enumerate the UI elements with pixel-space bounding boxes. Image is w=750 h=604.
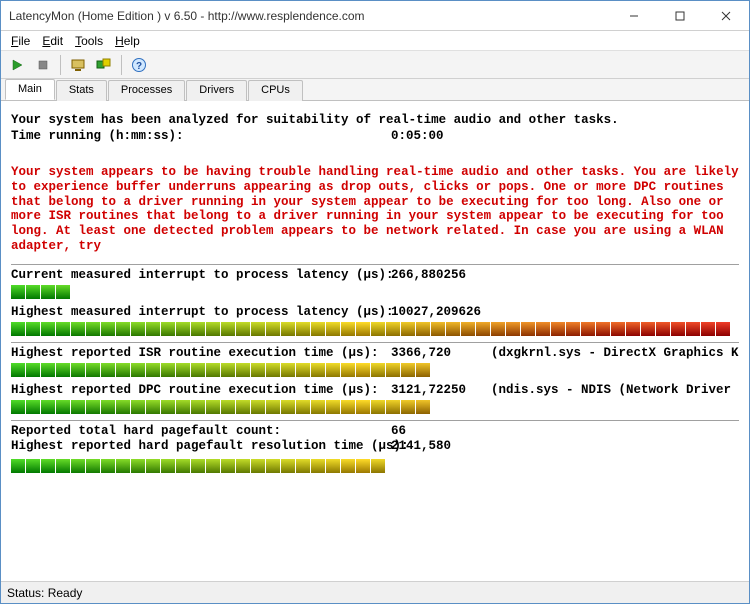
metric-detail: (dxgkrnl.sys - DirectX Graphics Kernel, … — [491, 346, 739, 360]
metric-value: 3366,720 — [391, 346, 491, 360]
time-running-value: 0:05:00 — [391, 129, 444, 143]
metric-value: 2141,580 — [391, 439, 491, 453]
modules-button[interactable] — [92, 53, 116, 77]
section-isr-dpc: Highest reported ISR routine execution t… — [11, 342, 739, 414]
warning-text: Your system appears to be having trouble… — [11, 165, 739, 254]
status-text: Status: Ready — [7, 586, 82, 600]
play-icon — [10, 58, 24, 72]
metric-value: 266,880256 — [391, 268, 491, 282]
main-content: Your system has been analyzed for suitab… — [1, 101, 749, 581]
latency-bar-current — [11, 285, 739, 299]
metric-label: Highest measured interrupt to process la… — [11, 305, 391, 319]
toolbar-separator — [121, 55, 122, 75]
tab-main[interactable]: Main — [5, 79, 55, 100]
latency-bar-dpc — [11, 400, 739, 414]
tab-cpus[interactable]: CPUs — [248, 80, 303, 101]
metric-value: 3121,72250 — [391, 383, 491, 397]
latency-bar-pagefault — [11, 459, 739, 473]
svg-text:?: ? — [136, 61, 142, 72]
metric-label: Highest reported ISR routine execution t… — [11, 346, 391, 360]
metric-label: Reported total hard pagefault count: — [11, 424, 391, 438]
section-interrupt-latency: Current measured interrupt to process la… — [11, 264, 739, 336]
maximize-button[interactable] — [657, 1, 703, 31]
window-title: LatencyMon (Home Edition ) v 6.50 - http… — [9, 9, 611, 23]
metric-current-interrupt: Current measured interrupt to process la… — [11, 268, 739, 282]
metric-label: Highest reported DPC routine execution t… — [11, 383, 391, 397]
metric-label: Current measured interrupt to process la… — [11, 268, 391, 282]
menu-tools[interactable]: Tools — [69, 32, 109, 50]
menu-edit[interactable]: Edit — [36, 32, 69, 50]
latency-bar-isr — [11, 363, 739, 377]
metric-pagefault-time: Highest reported hard pagefault resoluti… — [11, 439, 739, 453]
status-bar: Status: Ready — [1, 581, 749, 603]
minimize-button[interactable] — [611, 1, 657, 31]
stop-button[interactable] — [31, 53, 55, 77]
metric-value: 10027,209626 — [391, 305, 491, 319]
time-running-row: Time running (h:mm:ss): 0:05:00 — [11, 129, 739, 143]
computer-button[interactable] — [66, 53, 90, 77]
menu-bar: File Edit Tools Help — [1, 31, 749, 51]
metric-pagefault-count: Reported total hard pagefault count: 66 — [11, 424, 739, 438]
section-pagefault: Reported total hard pagefault count: 66 … — [11, 420, 739, 473]
analyzed-text: Your system has been analyzed for suitab… — [11, 113, 739, 127]
metric-detail: (ndis.sys - NDIS (Network Driver Interfa… — [491, 383, 739, 397]
tab-stats[interactable]: Stats — [56, 80, 107, 101]
latency-bar-highest — [11, 322, 739, 336]
close-button[interactable] — [703, 1, 749, 31]
toolbar: ? — [1, 51, 749, 79]
help-icon: ? — [131, 57, 147, 73]
metric-value: 66 — [391, 424, 491, 438]
metric-highest-interrupt: Highest measured interrupt to process la… — [11, 305, 739, 319]
computer-icon — [70, 57, 86, 73]
window-titlebar: LatencyMon (Home Edition ) v 6.50 - http… — [1, 1, 749, 31]
tab-drivers[interactable]: Drivers — [186, 80, 247, 101]
metric-dpc: Highest reported DPC routine execution t… — [11, 383, 739, 397]
play-button[interactable] — [5, 53, 29, 77]
menu-help[interactable]: Help — [109, 32, 146, 50]
tab-bar: Main Stats Processes Drivers CPUs — [1, 79, 749, 101]
stop-icon — [36, 58, 50, 72]
toolbar-separator — [60, 55, 61, 75]
metric-label: Highest reported hard pagefault resoluti… — [11, 439, 391, 453]
metric-isr: Highest reported ISR routine execution t… — [11, 346, 739, 360]
tab-processes[interactable]: Processes — [108, 80, 185, 101]
modules-icon — [96, 57, 112, 73]
help-button[interactable]: ? — [127, 53, 151, 77]
menu-file[interactable]: File — [5, 32, 36, 50]
time-running-label: Time running (h:mm:ss): — [11, 129, 391, 143]
